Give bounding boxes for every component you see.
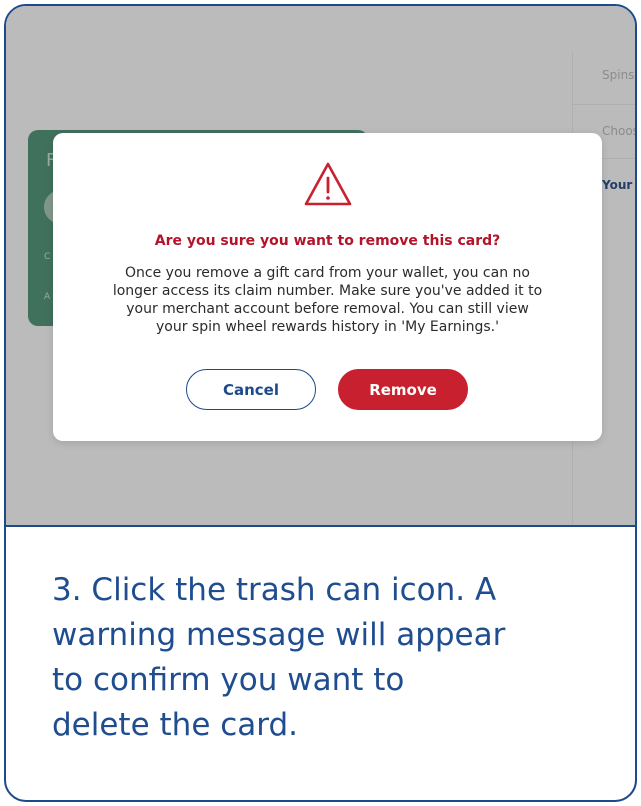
remove-card-dialog: Are you sure you want to remove this car… bbox=[53, 133, 602, 441]
caption-line: 3. Click the trash can icon. A bbox=[52, 572, 497, 608]
dialog-message: Once you remove a gift card from your wa… bbox=[91, 264, 564, 336]
dialog-message-line: Once you remove a gift card from your wa… bbox=[125, 265, 530, 281]
instruction-caption: 3. Click the trash can icon. A warning m… bbox=[52, 568, 612, 748]
dialog-message-line: your spin wheel rewards history in 'My E… bbox=[156, 319, 499, 335]
dialog-message-line: your merchant account before removal. Yo… bbox=[126, 301, 529, 317]
dialog-message-line: longer access its claim number. Make sur… bbox=[112, 283, 543, 299]
caption-line: warning message will appear bbox=[52, 617, 506, 653]
cancel-button[interactable]: Cancel bbox=[186, 369, 316, 410]
instruction-card: F C A Spins Choos Your C Are you sure yo… bbox=[4, 4, 637, 802]
warning-triangle-icon bbox=[304, 162, 352, 206]
screenshot-area: F C A Spins Choos Your C Are you sure yo… bbox=[6, 6, 635, 527]
caption-line: to confirm you want to bbox=[52, 662, 405, 698]
remove-button[interactable]: Remove bbox=[338, 369, 468, 410]
dialog-title: Are you sure you want to remove this car… bbox=[154, 233, 501, 249]
caption-line: delete the card. bbox=[52, 707, 299, 743]
